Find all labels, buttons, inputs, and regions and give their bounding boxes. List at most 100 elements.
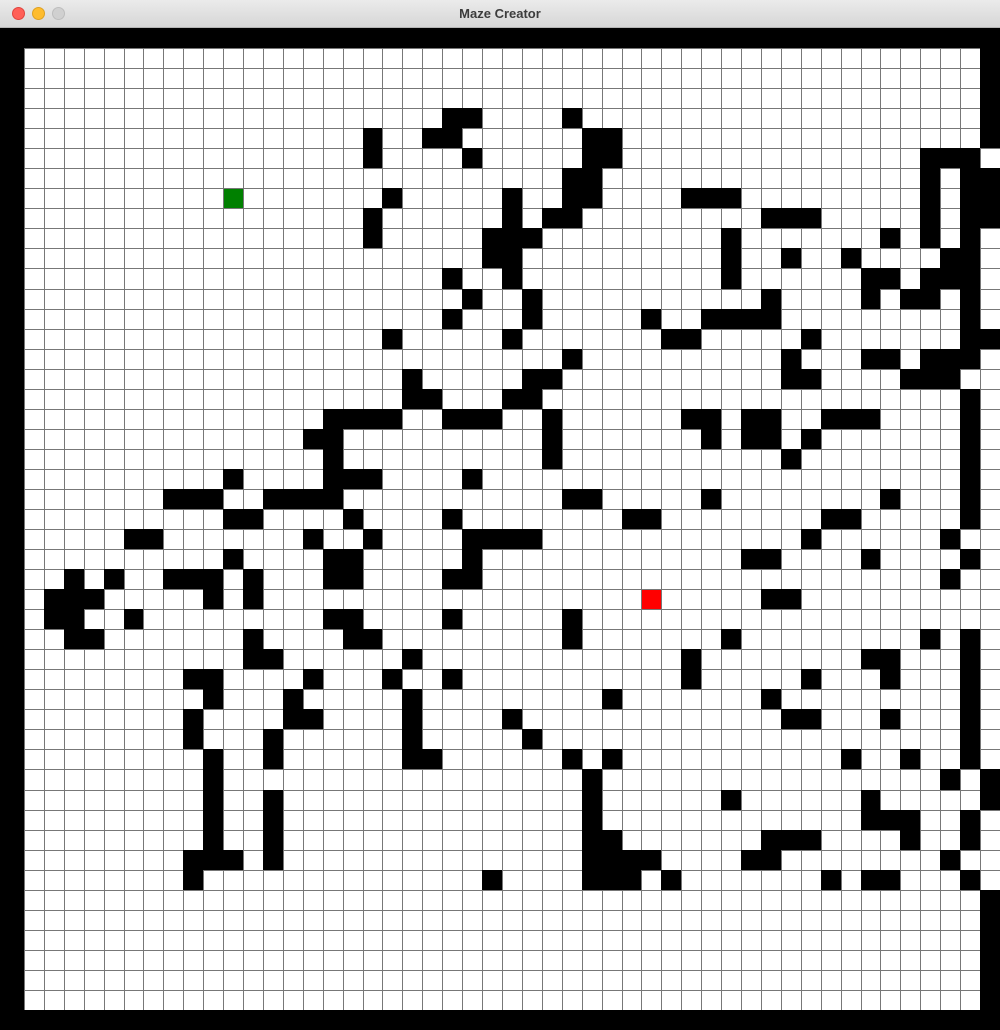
maze-cell[interactable] (981, 831, 1000, 850)
wall-cell[interactable] (303, 1010, 323, 1030)
maze-cell[interactable] (45, 710, 64, 729)
maze-cell[interactable] (762, 710, 781, 729)
wall-cell[interactable] (4, 168, 24, 188)
maze-cell[interactable] (503, 109, 522, 128)
maze-cell[interactable] (941, 310, 960, 329)
wall-cell[interactable] (602, 749, 622, 769)
maze-cell[interactable] (543, 951, 562, 970)
maze-cell[interactable] (284, 730, 303, 749)
wall-cell[interactable] (861, 28, 880, 48)
maze-cell[interactable] (623, 209, 641, 228)
wall-cell[interactable] (701, 1010, 721, 1030)
maze-cell[interactable] (45, 891, 64, 910)
maze-cell[interactable] (483, 650, 502, 669)
maze-cell[interactable] (344, 290, 363, 309)
wall-cell[interactable] (761, 409, 781, 429)
maze-cell[interactable] (603, 570, 622, 589)
maze-cell[interactable] (344, 149, 363, 168)
wall-cell[interactable] (741, 549, 761, 569)
maze-cell[interactable] (65, 811, 84, 830)
maze-cell[interactable] (264, 249, 283, 268)
wall-cell[interactable] (283, 709, 303, 729)
maze-cell[interactable] (881, 49, 900, 68)
maze-cell[interactable] (642, 350, 661, 369)
maze-cell[interactable] (682, 209, 701, 228)
wall-cell[interactable] (4, 910, 24, 930)
maze-cell[interactable] (702, 109, 721, 128)
maze-cell[interactable] (662, 911, 681, 930)
maze-cell[interactable] (583, 650, 602, 669)
maze-cell[interactable] (583, 109, 602, 128)
maze-cell[interactable] (184, 450, 203, 469)
maze-cell[interactable] (782, 570, 801, 589)
maze-cell[interactable] (105, 991, 124, 1010)
maze-cell[interactable] (164, 149, 183, 168)
maze-cell[interactable] (682, 811, 701, 830)
wall-cell[interactable] (203, 28, 223, 48)
maze-cell[interactable] (543, 931, 562, 950)
maze-cell[interactable] (383, 550, 402, 569)
maze-cell[interactable] (881, 770, 900, 790)
wall-cell[interactable] (104, 569, 124, 589)
maze-cell[interactable] (921, 430, 940, 449)
maze-cell[interactable] (304, 390, 323, 409)
maze-cell[interactable] (85, 249, 104, 268)
maze-cell[interactable] (802, 991, 821, 1010)
maze-cell[interactable] (762, 931, 781, 950)
maze-cell[interactable] (543, 750, 562, 769)
maze-cell[interactable] (344, 871, 363, 890)
maze-cell[interactable] (722, 811, 741, 830)
maze-cell[interactable] (184, 991, 203, 1010)
maze-cell[interactable] (762, 249, 781, 268)
maze-cell[interactable] (304, 730, 323, 749)
maze-cell[interactable] (65, 229, 84, 248)
maze-cell[interactable] (364, 290, 382, 309)
maze-cell[interactable] (383, 971, 402, 990)
maze-cell[interactable] (563, 229, 582, 248)
wall-cell[interactable] (343, 549, 363, 569)
maze-cell[interactable] (423, 730, 442, 749)
maze-cell[interactable] (244, 49, 263, 68)
maze-cell[interactable] (483, 770, 502, 790)
maze-cell[interactable] (105, 590, 124, 609)
maze-cell[interactable] (164, 871, 183, 890)
maze-cell[interactable] (364, 690, 382, 709)
maze-cell[interactable] (762, 109, 781, 128)
maze-cell[interactable] (403, 630, 422, 649)
maze-cell[interactable] (862, 630, 880, 649)
maze-cell[interactable] (403, 89, 422, 108)
maze-cell[interactable] (164, 269, 183, 289)
maze-cell[interactable] (563, 891, 582, 910)
maze-cell[interactable] (264, 330, 283, 349)
maze-cell[interactable] (443, 951, 462, 970)
wall-cell[interactable] (920, 349, 940, 369)
maze-cell[interactable] (782, 330, 801, 349)
maze-cell[interactable] (144, 871, 163, 890)
maze-cell[interactable] (324, 129, 343, 148)
maze-cell[interactable] (742, 149, 761, 168)
wall-cell[interactable] (880, 810, 900, 830)
maze-cell[interactable] (842, 149, 861, 168)
maze-cell[interactable] (204, 710, 223, 729)
maze-cell[interactable] (762, 129, 781, 148)
maze-cell[interactable] (383, 129, 402, 148)
maze-cell[interactable] (603, 89, 622, 108)
maze-cell[interactable] (642, 750, 661, 769)
maze-cell[interactable] (85, 129, 104, 148)
maze-cell[interactable] (164, 249, 183, 268)
maze-cell[interactable] (85, 650, 104, 669)
maze-cell[interactable] (782, 189, 801, 208)
maze-cell[interactable] (284, 350, 303, 369)
maze-cell[interactable] (304, 69, 323, 88)
maze-cell[interactable] (144, 229, 163, 248)
maze-cell[interactable] (921, 330, 940, 349)
maze-cell[interactable] (662, 450, 681, 469)
wall-cell[interactable] (542, 208, 562, 228)
wall-cell[interactable] (4, 449, 24, 469)
maze-cell[interactable] (762, 390, 781, 409)
maze-cell[interactable] (144, 129, 163, 148)
maze-cell[interactable] (901, 851, 920, 870)
maze-cell[interactable] (563, 811, 582, 830)
wall-cell[interactable] (980, 208, 1000, 228)
wall-cell[interactable] (84, 28, 104, 48)
